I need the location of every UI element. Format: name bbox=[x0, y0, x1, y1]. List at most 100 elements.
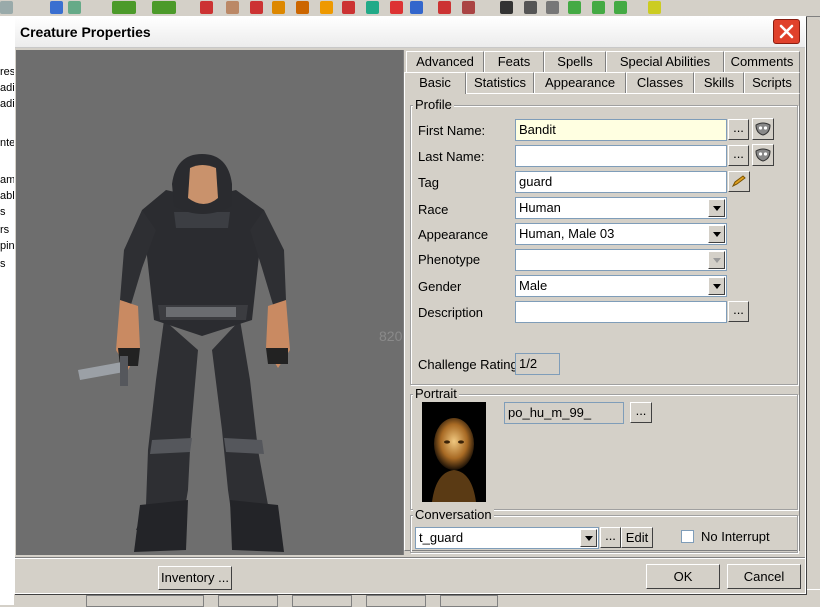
background-tree-text: nte bbox=[0, 137, 14, 149]
chevron-down-icon[interactable] bbox=[708, 277, 725, 295]
background-toolbar-cell bbox=[292, 595, 352, 607]
profile-group-label: Profile bbox=[413, 97, 454, 112]
inventory-button[interactable]: Inventory ... bbox=[158, 566, 232, 590]
toolbar-icon[interactable] bbox=[200, 1, 213, 14]
toolbar-icon[interactable] bbox=[320, 1, 333, 14]
tab-feats[interactable]: Feats bbox=[484, 51, 544, 72]
conversation-select[interactable]: t_guard bbox=[415, 527, 599, 549]
toolbar-icon[interactable] bbox=[68, 1, 81, 14]
portrait-face bbox=[432, 418, 476, 502]
tab-statistics[interactable]: Statistics bbox=[466, 72, 534, 93]
toolbar-icon[interactable] bbox=[438, 1, 451, 14]
appearance-label: Appearance bbox=[418, 227, 489, 242]
portrait-image[interactable] bbox=[422, 402, 486, 502]
first-name-label: First Name: bbox=[418, 123, 486, 138]
description-field[interactable] bbox=[515, 301, 727, 323]
conversation-value: t_guard bbox=[419, 530, 464, 545]
model-viewport[interactable]: 820 bbox=[16, 50, 404, 555]
race-label: Race bbox=[418, 202, 449, 217]
title-bar[interactable]: Creature Properties bbox=[15, 17, 805, 48]
tab-scripts[interactable]: Scripts bbox=[744, 72, 800, 93]
tab-comments[interactable]: Comments bbox=[724, 51, 800, 72]
background-tree-text: rs bbox=[0, 224, 10, 236]
tab-advanced[interactable]: Advanced bbox=[406, 51, 484, 72]
phenotype-select bbox=[515, 249, 727, 271]
tab-special-abilities[interactable]: Special Abilities bbox=[606, 51, 724, 72]
background-toolbar-cell bbox=[86, 595, 204, 607]
pencil-icon bbox=[731, 175, 746, 188]
portrait-group-label: Portrait bbox=[413, 386, 459, 401]
toolbar-icon[interactable] bbox=[568, 1, 581, 14]
background-toolbar bbox=[0, 0, 820, 17]
close-button[interactable] bbox=[773, 19, 800, 44]
tab-classes[interactable]: Classes bbox=[626, 72, 694, 93]
portrait-browse-button[interactable]: ... bbox=[630, 402, 652, 423]
cancel-button[interactable]: Cancel bbox=[727, 564, 801, 589]
toolbar-icon[interactable] bbox=[0, 1, 13, 14]
tag-field[interactable]: guard bbox=[515, 171, 727, 193]
toolbar-icon[interactable] bbox=[648, 1, 661, 14]
background-tree-text: am bbox=[0, 174, 14, 186]
footer-separator bbox=[15, 557, 805, 559]
background-tree-text: s bbox=[0, 258, 6, 270]
toolbar-icon[interactable] bbox=[390, 1, 403, 14]
first-name-language-button[interactable] bbox=[752, 118, 774, 140]
toolbar-icon[interactable] bbox=[112, 1, 136, 14]
toolbar-icon[interactable] bbox=[524, 1, 537, 14]
tab-skills[interactable]: Skills bbox=[694, 72, 744, 93]
no-interrupt-label[interactable]: No Interrupt bbox=[701, 529, 770, 544]
toolbar-icon[interactable] bbox=[592, 1, 605, 14]
toolbar-icon[interactable] bbox=[250, 1, 263, 14]
chevron-down-icon[interactable] bbox=[708, 225, 725, 243]
toolbar-icon[interactable] bbox=[500, 1, 513, 14]
challenge-rating-field: 1/2 bbox=[515, 353, 560, 375]
portrait-resref-field: po_hu_m_99_ bbox=[504, 402, 624, 424]
toolbar-icon[interactable] bbox=[614, 1, 627, 14]
tag-edit-button[interactable] bbox=[728, 171, 750, 192]
tag-label: Tag bbox=[418, 175, 439, 190]
mask-icon bbox=[755, 122, 771, 136]
toolbar-icon[interactable] bbox=[366, 1, 379, 14]
last-name-language-button[interactable] bbox=[752, 144, 774, 166]
background-toolbar-cell bbox=[366, 595, 426, 607]
toolbar-icon[interactable] bbox=[272, 1, 285, 14]
conversation-edit-button[interactable]: Edit bbox=[621, 527, 653, 548]
description-browse-button[interactable]: ... bbox=[728, 301, 749, 322]
last-name-label: Last Name: bbox=[418, 149, 485, 164]
toolbar-icon[interactable] bbox=[342, 1, 355, 14]
appearance-select[interactable]: Human, Male 03 bbox=[515, 223, 727, 245]
last-name-field[interactable] bbox=[515, 145, 727, 167]
phenotype-label: Phenotype bbox=[418, 252, 481, 267]
toolbar-icon[interactable] bbox=[410, 1, 423, 14]
toolbar-icon[interactable] bbox=[152, 1, 176, 14]
toolbar-icon[interactable] bbox=[226, 1, 239, 14]
toolbar-icon[interactable] bbox=[296, 1, 309, 14]
challenge-rating-label: Challenge Rating bbox=[418, 357, 516, 372]
gender-label: Gender bbox=[418, 279, 462, 294]
gender-select[interactable]: Male bbox=[515, 275, 727, 297]
creature-model bbox=[78, 154, 290, 552]
tab-spells[interactable]: Spells bbox=[544, 51, 606, 72]
toolbar-icon[interactable] bbox=[462, 1, 475, 14]
close-icon bbox=[779, 24, 794, 39]
race-select[interactable]: Human bbox=[515, 197, 727, 219]
chevron-down-icon[interactable] bbox=[708, 199, 725, 217]
tab-appearance[interactable]: Appearance bbox=[534, 72, 626, 93]
toolbar-icon[interactable] bbox=[50, 1, 63, 14]
first-name-browse-button[interactable]: ... bbox=[728, 119, 749, 140]
chevron-down-icon[interactable] bbox=[580, 529, 597, 547]
background-tree-text: pin bbox=[0, 240, 14, 252]
appearance-value: Human, Male 03 bbox=[519, 226, 615, 241]
ok-button[interactable]: OK bbox=[646, 564, 720, 589]
first-name-field[interactable]: Bandit bbox=[515, 119, 727, 141]
conversation-browse-button[interactable]: ... bbox=[600, 527, 621, 548]
creature-properties-dialog: Creature Properties 820 Advanced Feats S… bbox=[14, 16, 806, 594]
no-interrupt-checkbox[interactable] bbox=[681, 530, 694, 543]
background-tree-text: res bbox=[0, 66, 14, 78]
background-tree-text: s bbox=[0, 206, 6, 218]
toolbar-icon[interactable] bbox=[546, 1, 559, 14]
background-tree-text: adi bbox=[0, 98, 14, 110]
tab-basic[interactable]: Basic bbox=[404, 72, 466, 94]
last-name-browse-button[interactable]: ... bbox=[728, 145, 749, 166]
gender-value: Male bbox=[519, 278, 548, 293]
